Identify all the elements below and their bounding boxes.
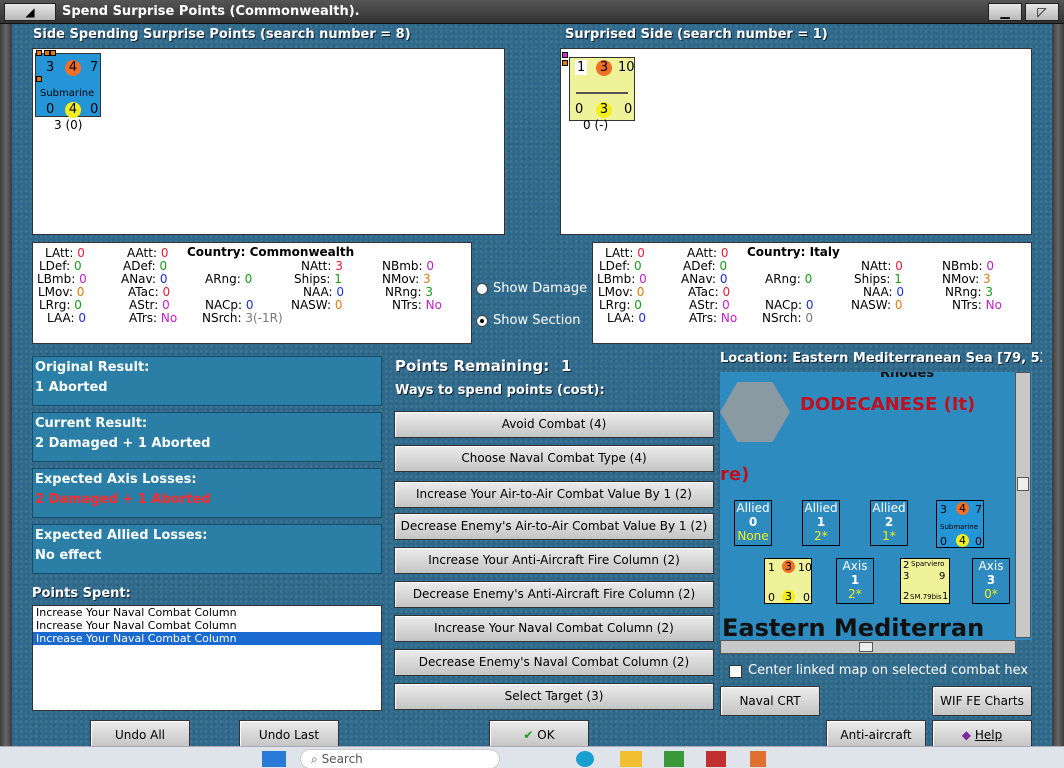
start-icon[interactable]: [262, 751, 286, 767]
place-partial: re): [720, 464, 750, 485]
increase-aa-fire-button[interactable]: Increase Your Anti-Aircraft Fire Column …: [394, 547, 714, 574]
italian-ship-counter[interactable]: 1 3 10 0 3 0: [562, 52, 635, 121]
place-rhodes: Rhodes: [880, 372, 935, 381]
wif-fe-charts-button[interactable]: WIF FE Charts: [932, 686, 1032, 716]
decrease-enemy-air-to-air-button[interactable]: Decrease Enemy's Air-to-Air Combat Value…: [394, 513, 714, 540]
map-sparviero-counter[interactable]: 2 Sparviero 3 9 2 SM.79bis 1: [900, 558, 950, 604]
show-section-label[interactable]: Show Section: [493, 313, 581, 328]
stats-commonwealth: LAtt: 0 AAtt: 0 Country: Commonwealth LD…: [32, 242, 472, 344]
system-menu-button[interactable]: ◢: [4, 3, 56, 21]
list-item[interactable]: Increase Your Naval Combat Column: [33, 619, 381, 632]
counter-caption: 0 (-): [583, 118, 609, 132]
minimize-button[interactable]: ▁: [988, 3, 1022, 21]
points-spent-list[interactable]: Increase Your Naval Combat Column Increa…: [32, 605, 382, 711]
show-damage-radio[interactable]: [476, 283, 488, 295]
expected-allied-losses-box: Expected Allied Losses: No effect: [32, 524, 382, 574]
allied-box-1[interactable]: Allied 1 2*: [802, 500, 840, 546]
select-target-button[interactable]: Select Target (3): [394, 683, 714, 710]
show-section-radio[interactable]: [476, 315, 488, 327]
search-icon: ⌕: [311, 752, 318, 766]
land-hex: [720, 382, 790, 442]
axis-box-1[interactable]: Axis 3 0*: [972, 558, 1010, 604]
list-item[interactable]: Increase Your Naval Combat Column: [33, 606, 381, 619]
list-item[interactable]: Increase Your Naval Combat Column: [33, 632, 381, 645]
axis-box-0[interactable]: Axis 1 2*: [836, 558, 874, 604]
submarine-counter[interactable]: 3 4 7 Submarine 0 4 0: [35, 50, 101, 118]
surprised-units-panel: 1 3 10 0 3 0 0 (-): [560, 48, 1032, 235]
surprised-side-header: Surprised Side (search number = 1): [565, 27, 828, 42]
points-remaining-value: 1: [561, 357, 572, 375]
increase-air-to-air-button[interactable]: Increase Your Air-to-Air Combat Value By…: [394, 481, 714, 508]
place-dodecanese: DODECANESE (It): [800, 394, 976, 415]
country-label: Country: Commonwealth: [187, 245, 355, 259]
taskbar: ⌕ Search: [0, 746, 1064, 768]
current-result-box: Current Result: 2 Damaged + 1 Aborted: [32, 412, 382, 462]
window-frame-left: [0, 24, 12, 768]
hscroll-thumb[interactable]: [859, 642, 873, 652]
map-submarine-counter[interactable]: 3 4 7 Submarine 0 4 0: [936, 500, 984, 548]
expected-axis-losses-box: Expected Axis Losses: 2 Damaged + 1 Abor…: [32, 468, 382, 518]
show-damage-label[interactable]: Show Damage: [493, 281, 587, 296]
linked-map[interactable]: Rhodes DODECANESE (It) re) Allied 0 None A…: [720, 372, 1032, 640]
increase-naval-combat-button[interactable]: Increase Your Naval Combat Column (2): [394, 615, 714, 642]
spending-units-panel: 3 4 7 Submarine 0 4 0 3 (0): [32, 48, 505, 235]
help-button[interactable]: ◆ Help: [932, 720, 1032, 748]
allied-box-2[interactable]: Allied 2 1*: [870, 500, 908, 546]
maximize-button[interactable]: ◸: [1025, 3, 1059, 21]
edge-icon[interactable]: [576, 751, 594, 767]
app-icon[interactable]: [664, 751, 684, 767]
points-spent-label: Points Spent:: [32, 586, 131, 601]
center-map-checkbox[interactable]: [729, 665, 742, 678]
anti-aircraft-crt-button[interactable]: Anti-aircraft CRT: [826, 720, 926, 768]
decrease-enemy-aa-fire-button[interactable]: Decrease Enemy's Anti-Aircraft Fire Colu…: [394, 581, 714, 608]
vscroll-thumb[interactable]: [1017, 477, 1029, 491]
map-italian-ship-counter[interactable]: 1 3 10 0 3 0: [764, 558, 812, 604]
location-label: Location: Eastern Mediterranean Sea [79,…: [720, 351, 1042, 366]
ways-to-spend-label: Ways to spend points (cost):: [395, 383, 605, 398]
ok-button[interactable]: ✔ OK: [489, 720, 589, 748]
avoid-combat-button[interactable]: Avoid Combat (4): [394, 411, 714, 438]
choose-naval-combat-type-button[interactable]: Choose Naval Combat Type (4): [394, 445, 714, 472]
undo-last-button[interactable]: Undo Last: [239, 720, 339, 748]
original-result-box: Original Result: 1 Aborted: [32, 356, 382, 406]
map-hscroll-track[interactable]: [720, 640, 1016, 654]
naval-crt-button[interactable]: Naval CRT: [720, 686, 820, 716]
allied-box-0[interactable]: Allied 0 None: [734, 500, 772, 546]
search-input[interactable]: ⌕ Search: [300, 749, 500, 768]
undo-all-button[interactable]: Undo All: [90, 720, 190, 748]
points-remaining-label: Points Remaining:: [395, 357, 550, 375]
map-vscrollbar[interactable]: [1015, 372, 1031, 638]
spending-side-header: Side Spending Surprise Points (search nu…: [33, 27, 411, 42]
help-book-icon: ◆: [961, 728, 972, 742]
stats-italy: LAtt: 0 AAtt: 0 Country: Italy LDef: 0 A…: [592, 242, 1032, 344]
center-map-label[interactable]: Center linked map on selected combat hex: [748, 663, 1028, 678]
decrease-enemy-naval-combat-button[interactable]: Decrease Enemy's Naval Combat Column (2): [394, 649, 714, 676]
game-icon[interactable]: [706, 751, 726, 767]
sea-name: Eastern Mediterran: [722, 614, 985, 640]
app-icon-2[interactable]: [750, 751, 766, 767]
window-frame-right: [1052, 24, 1064, 768]
checkmark-icon: ✔: [523, 728, 534, 742]
folder-icon[interactable]: [620, 751, 642, 767]
window-title: Spend Surprise Points (Commonwealth).: [62, 4, 360, 19]
counter-caption: 3 (0): [54, 118, 83, 132]
